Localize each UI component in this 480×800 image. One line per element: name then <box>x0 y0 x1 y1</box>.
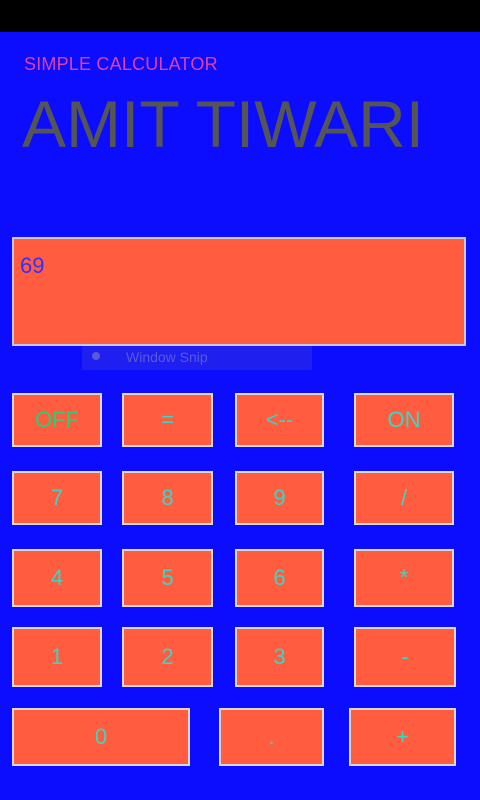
digit-2-button[interactable]: 2 <box>122 627 213 687</box>
digit-3-button[interactable]: 3 <box>235 627 324 687</box>
digit-9-button[interactable]: 9 <box>235 471 324 525</box>
display-value: 69 <box>20 253 45 278</box>
backspace-button[interactable]: <-- <box>235 393 324 447</box>
digit-5-button[interactable]: 5 <box>122 549 213 607</box>
app-title: AMIT TIWARI <box>22 87 425 161</box>
digit-4-button[interactable]: 4 <box>12 549 102 607</box>
multiply-button[interactable]: * <box>354 549 454 607</box>
digit-7-button[interactable]: 7 <box>12 471 102 525</box>
app-subtitle: SIMPLE CALCULATOR <box>24 54 218 74</box>
off-button[interactable]: OFF <box>12 393 102 447</box>
snip-dot-icon <box>92 352 100 360</box>
equals-button[interactable]: = <box>122 393 213 447</box>
window-snip-label: Window Snip <box>126 349 208 365</box>
digit-6-button[interactable]: 6 <box>235 549 324 607</box>
status-bar <box>0 0 480 32</box>
digit-1-button[interactable]: 1 <box>12 627 102 687</box>
decimal-button[interactable]: . <box>219 708 324 766</box>
divide-button[interactable]: / <box>354 471 454 525</box>
plus-button[interactable]: + <box>349 708 456 766</box>
window-snip-bar[interactable]: Window Snip <box>82 346 312 370</box>
digit-8-button[interactable]: 8 <box>122 471 213 525</box>
minus-button[interactable]: - <box>354 627 456 687</box>
on-button[interactable]: ON <box>354 393 454 447</box>
digit-0-button[interactable]: 0 <box>12 708 190 766</box>
calculator-display[interactable]: 69 <box>12 237 466 346</box>
